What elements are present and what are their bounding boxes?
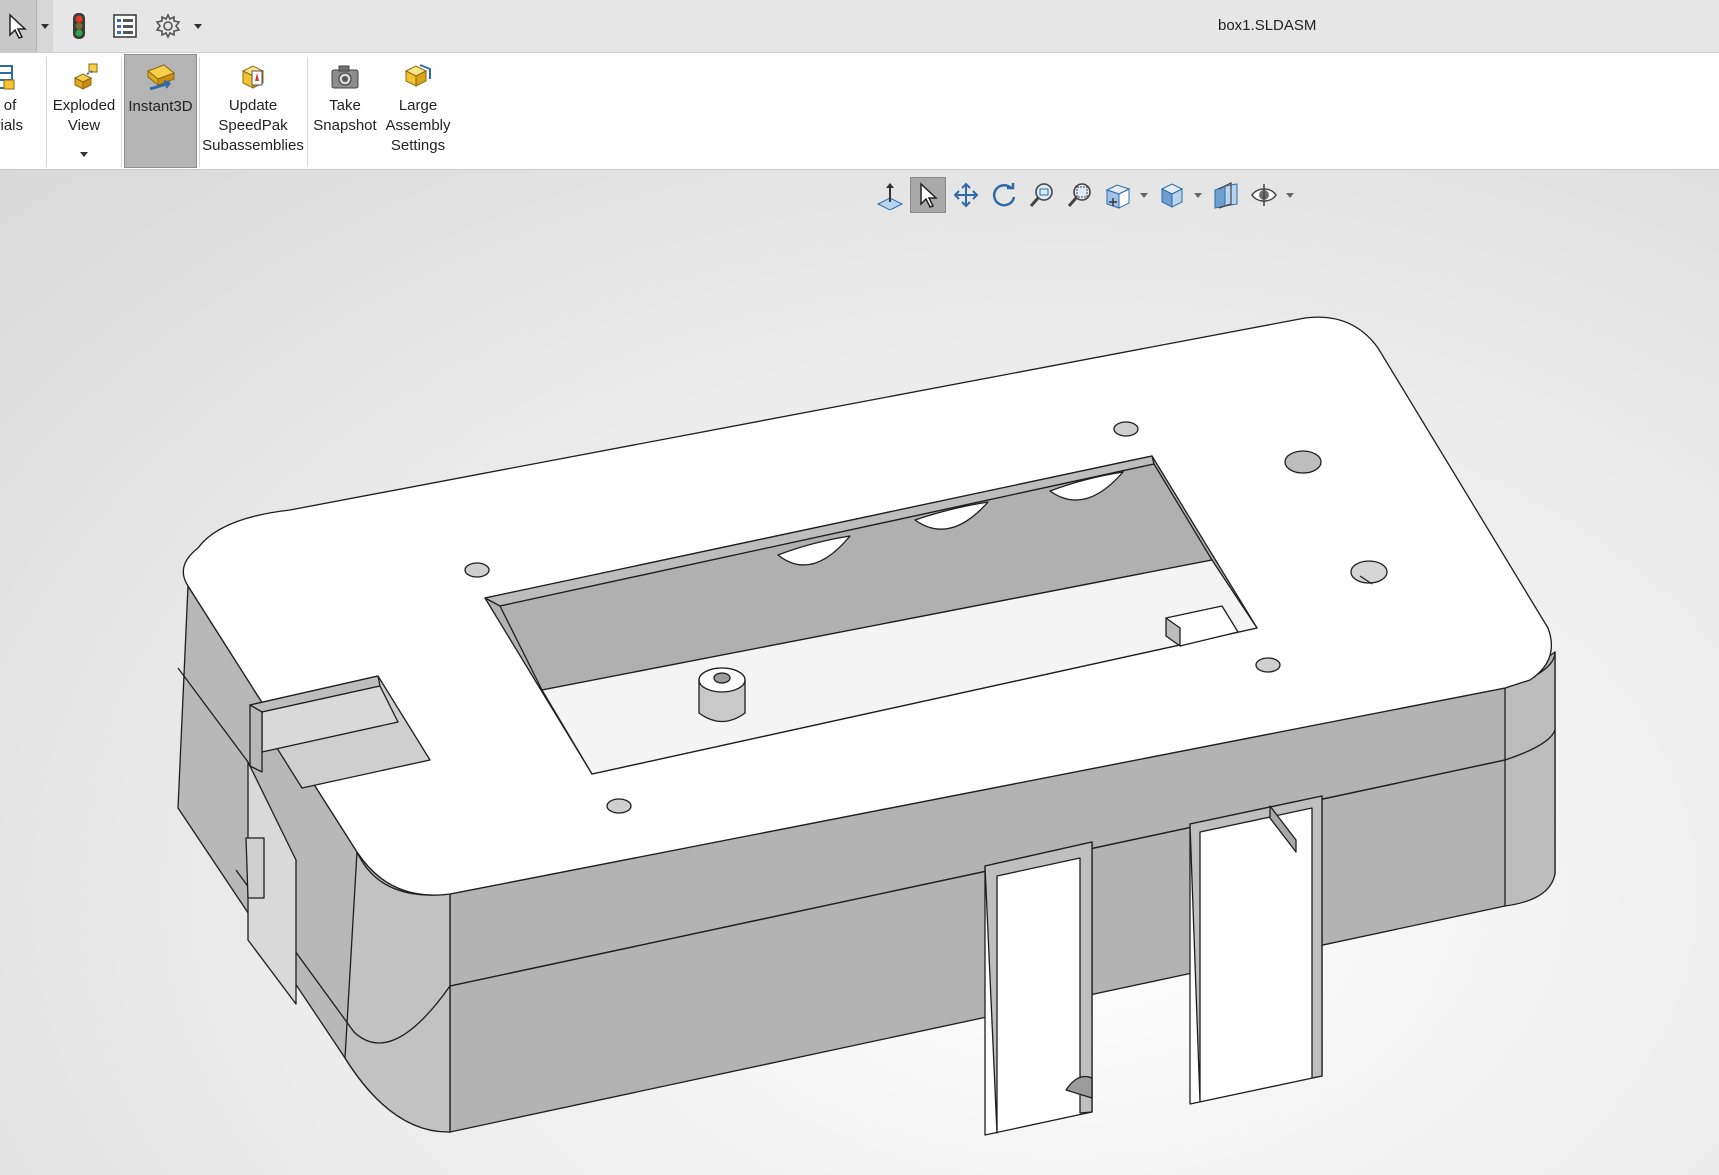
gear-icon (155, 13, 181, 39)
speedpak-icon (237, 60, 269, 94)
front-port-opening (1189, 795, 1323, 1105)
select-arrow-icon (9, 13, 27, 39)
exploded-view-button[interactable]: Exploded View (48, 54, 120, 168)
ribbon-separator (307, 57, 308, 167)
ribbon-separator (46, 57, 47, 167)
traffic-light-icon (73, 13, 85, 39)
instant3d-icon (144, 61, 178, 95)
select-button[interactable] (0, 0, 37, 52)
bill-of-materials-button[interactable]: ill of terials (0, 54, 46, 168)
exploded-view-icon (67, 60, 101, 94)
box-right-corner-face (1504, 651, 1556, 907)
mounting-hole (464, 562, 490, 578)
chevron-down-icon (194, 23, 202, 29)
ribbon-separator (199, 57, 200, 167)
update-speedpak-label: Update SpeedPak Subassemblies (202, 97, 304, 154)
options-button[interactable] (150, 0, 186, 52)
select-dropdown-button[interactable] (37, 0, 53, 52)
list-icon (113, 14, 137, 38)
large-assembly-icon (402, 60, 434, 94)
bill-of-materials-icon (0, 60, 18, 94)
mounting-hole (1113, 421, 1139, 437)
large-assembly-settings-button[interactable]: Large Assembly Settings (381, 54, 455, 168)
take-snapshot-label: Take Snapshot (313, 97, 377, 134)
mounting-hole (1284, 450, 1322, 474)
command-manager-ribbon: ill of terials Exploded View Inst (0, 53, 1719, 170)
instant3d-label: Instant3D (128, 98, 193, 115)
mounting-hole (1255, 657, 1281, 673)
options-dropdown-button[interactable] (190, 0, 206, 52)
file-properties-button[interactable] (110, 0, 140, 52)
chevron-down-icon (41, 23, 49, 29)
update-speedpak-button[interactable]: Update SpeedPak Subassemblies (202, 54, 304, 168)
instant3d-button[interactable]: Instant3D (124, 54, 197, 168)
camera-icon (329, 60, 361, 94)
ribbon-separator (121, 57, 122, 167)
graphics-area[interactable] (0, 170, 1719, 1175)
mounting-hole (1350, 560, 1388, 584)
exploded-view-label: Exploded View (52, 97, 116, 134)
take-snapshot-button[interactable]: Take Snapshot (310, 54, 380, 168)
large-assembly-label: Large Assembly Settings (385, 97, 451, 154)
rebuild-button[interactable] (64, 0, 94, 52)
bill-of-materials-label: ill of terials (0, 97, 23, 134)
document-title: box1.SLDASM (1218, 17, 1317, 34)
mounting-hole (606, 798, 632, 814)
assembly-model[interactable] (0, 170, 1719, 1175)
title-bar: box1.SLDASM (0, 0, 1719, 53)
exploded-view-dropdown-icon[interactable] (80, 152, 88, 157)
